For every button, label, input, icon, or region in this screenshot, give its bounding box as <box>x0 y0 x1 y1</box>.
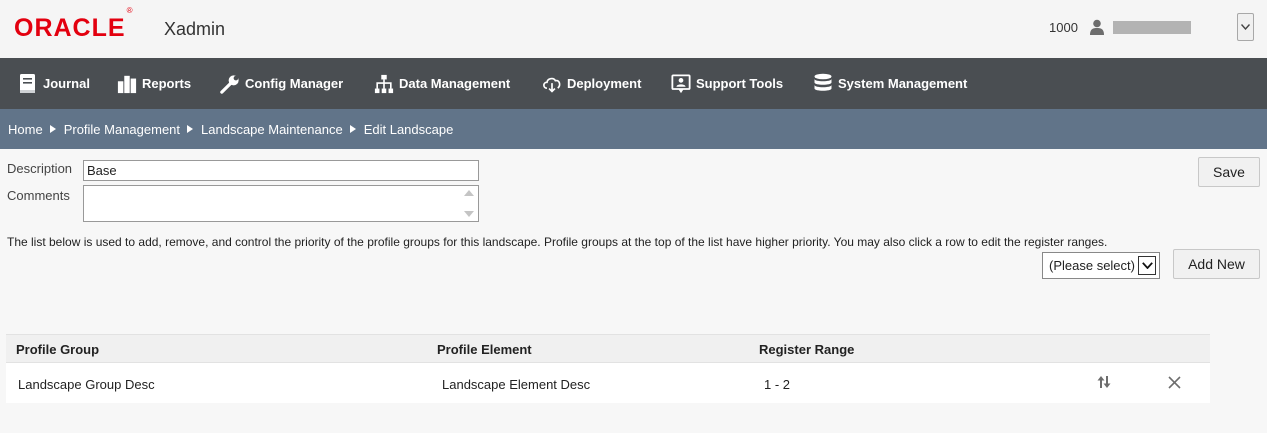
database-icon <box>813 73 833 95</box>
support-icon <box>671 73 691 95</box>
column-header-register-range: Register Range <box>759 342 855 357</box>
profile-group-table: Profile Group Profile Element Register R… <box>6 334 1210 403</box>
cell-profile-group: Landscape Group Desc <box>18 377 155 392</box>
reports-icon <box>117 73 137 95</box>
nav-item-reports[interactable]: Reports <box>117 58 191 109</box>
delete-icon[interactable] <box>1168 376 1181 389</box>
chevron-down-icon <box>1138 256 1156 275</box>
user-menu-dropdown[interactable] <box>1237 13 1254 41</box>
nav-item-data-management[interactable]: Data Management <box>374 58 510 109</box>
nav-item-support-tools[interactable]: Support Tools <box>671 58 783 109</box>
wrench-icon <box>220 73 240 95</box>
description-field[interactable] <box>83 160 479 181</box>
table-header: Profile Group Profile Element Register R… <box>6 334 1210 363</box>
reorder-icon[interactable] <box>1097 375 1111 389</box>
profile-group-select[interactable]: (Please select) <box>1042 252 1160 279</box>
nav-item-journal[interactable]: Journal <box>18 58 90 109</box>
hierarchy-icon <box>374 73 394 95</box>
main-nav: Journal Reports Config Manager Data Mana… <box>0 58 1267 109</box>
comments-label: Comments <box>7 188 70 203</box>
breadcrumb-separator-icon <box>187 125 194 133</box>
breadcrumb-edit-landscape: Edit Landscape <box>363 121 454 137</box>
profile-group-select-value: (Please select) <box>1049 258 1135 273</box>
add-new-button[interactable]: Add New <box>1173 249 1260 279</box>
comments-field[interactable] <box>83 185 479 222</box>
nav-item-config-manager[interactable]: Config Manager <box>220 58 343 109</box>
description-label: Description <box>7 161 73 176</box>
breadcrumb-separator-icon <box>49 125 56 133</box>
column-header-profile-element: Profile Element <box>437 342 532 357</box>
breadcrumb: Home Profile Management Landscape Mainte… <box>0 109 1267 149</box>
nav-item-deployment[interactable]: Deployment <box>542 58 641 109</box>
nav-item-system-management[interactable]: System Management <box>813 58 967 109</box>
table-row[interactable]: Landscape Group Desc Landscape Element D… <box>6 363 1210 403</box>
app-name: Xadmin <box>164 19 226 39</box>
column-header-profile-group: Profile Group <box>16 342 100 357</box>
instructions-text: The list below is used to add, remove, a… <box>7 235 1108 249</box>
header-bar: ORACLE® Xadmin 1000 <box>0 0 1267 58</box>
oracle-logo: ORACLE® <box>14 5 134 42</box>
user-icon <box>1090 19 1104 35</box>
save-button[interactable]: Save <box>1198 157 1260 187</box>
scroll-up-icon[interactable] <box>464 190 474 196</box>
breadcrumb-home[interactable]: Home <box>8 122 43 137</box>
scroll-down-icon[interactable] <box>464 211 474 217</box>
breadcrumb-separator-icon <box>349 125 356 133</box>
breadcrumb-landscape-maintenance[interactable]: Landscape Maintenance <box>201 122 343 137</box>
cell-profile-element: Landscape Element Desc <box>442 377 591 392</box>
chevron-down-icon <box>1241 24 1250 30</box>
journal-icon <box>18 73 38 95</box>
store-number: 1000 <box>1049 20 1078 35</box>
cell-register-range: 1 - 2 <box>764 377 791 392</box>
cloud-download-icon <box>542 73 562 95</box>
breadcrumb-profile-management[interactable]: Profile Management <box>64 122 180 137</box>
user-name-redacted <box>1113 21 1191 34</box>
